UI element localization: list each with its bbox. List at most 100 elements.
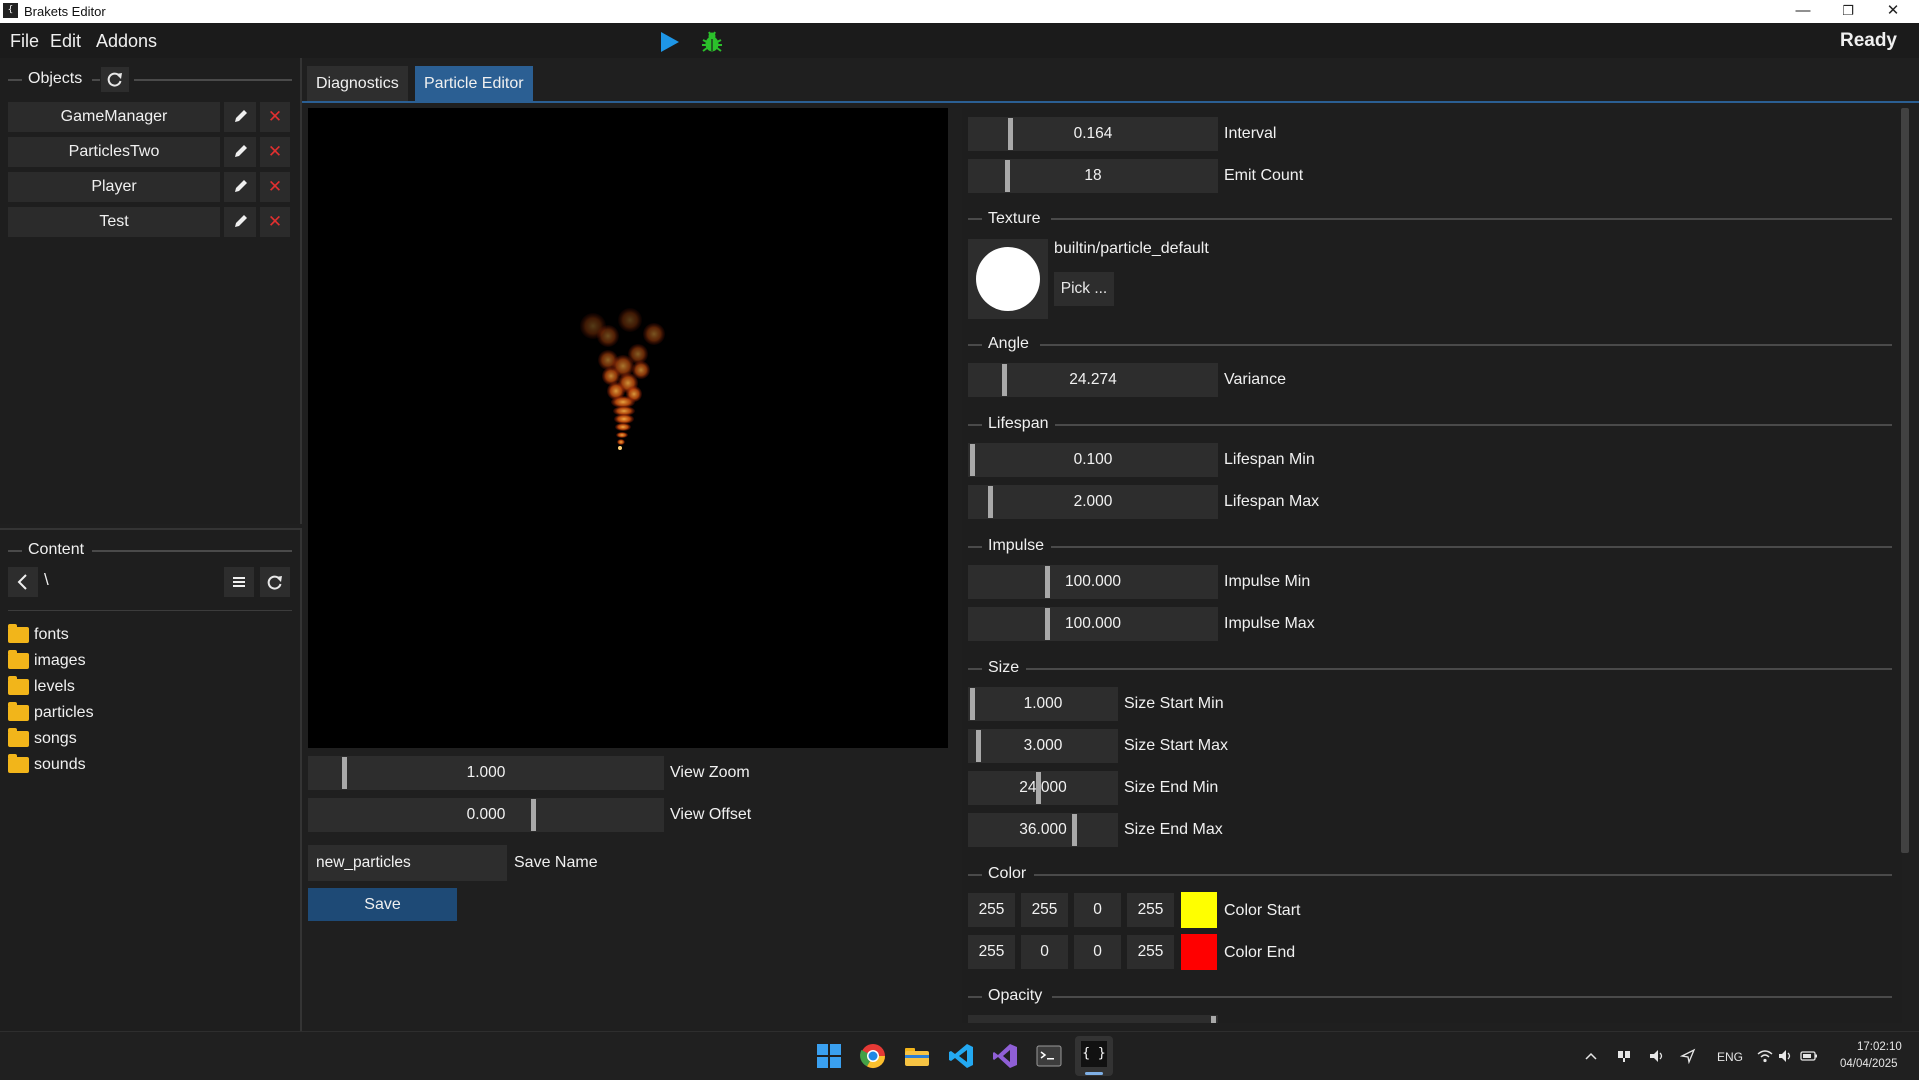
size-start-max-slider[interactable]: 3.000 [968, 729, 1118, 763]
lifespan-min-slider-knob[interactable] [970, 444, 975, 476]
edit-object-button[interactable] [224, 102, 256, 132]
color-section-title: Color [988, 865, 1027, 882]
tab-diagnostics[interactable]: Diagnostics [307, 66, 408, 101]
angle-variance-slider-knob[interactable] [1002, 364, 1007, 396]
menu-addons[interactable]: Addons [96, 31, 157, 52]
interval-slider-knob[interactable] [1008, 118, 1013, 150]
impulse-min-slider[interactable]: 100.000 [968, 565, 1218, 599]
language-indicator[interactable]: ENG [1717, 1050, 1743, 1064]
status-text: Ready [1839, 30, 1897, 51]
size-end-max-slider-knob[interactable] [1072, 814, 1077, 846]
interval-label: Interval [1224, 125, 1277, 142]
view-mode-button[interactable] [224, 567, 254, 597]
color-start-swatch[interactable] [1181, 892, 1217, 928]
particle-preview-canvas[interactable] [308, 108, 948, 748]
view-offset-slider[interactable]: 0.000 [308, 798, 664, 832]
clock-time[interactable]: 17:02:10 [1857, 1041, 1902, 1053]
color-start-r-input[interactable]: 255 [968, 893, 1015, 927]
save-name-input[interactable]: new_particles [308, 845, 507, 881]
color-end-g-input[interactable]: 0 [1021, 935, 1068, 969]
opacity-slider-knob[interactable] [1211, 1016, 1216, 1023]
lifespan-section-title: Lifespan [988, 415, 1049, 432]
wifi-icon[interactable] [1756, 1048, 1774, 1064]
folder-icon [8, 624, 29, 643]
object-name-button[interactable]: Player [8, 172, 220, 202]
impulse-max-slider-knob[interactable] [1045, 608, 1050, 640]
interval-slider[interactable]: 0.164 [968, 117, 1218, 151]
view-zoom-slider-knob[interactable] [342, 757, 347, 789]
clock-date[interactable]: 04/04/2025 [1840, 1058, 1898, 1070]
color-end-r-input[interactable]: 255 [968, 935, 1015, 969]
size-start-min-slider-knob[interactable] [970, 688, 975, 720]
color-start-a-input[interactable]: 255 [1127, 893, 1174, 927]
delete-object-button[interactable]: ✕ [260, 207, 290, 237]
color-start-b-input[interactable]: 0 [1074, 893, 1121, 927]
content-panel: Content \ fonts images levels particles … [0, 528, 302, 1033]
restore-button[interactable]: ❐ [1826, 0, 1870, 23]
content-refresh-button[interactable] [260, 567, 290, 597]
impulse-max-slider[interactable]: 100.000 [968, 607, 1218, 641]
color-end-b-input[interactable]: 0 [1074, 935, 1121, 969]
color-end-a-input[interactable]: 255 [1127, 935, 1174, 969]
chevron-up-icon[interactable] [1584, 1049, 1598, 1063]
content-path-input[interactable]: \ [44, 570, 214, 596]
pick-texture-button[interactable]: Pick ... [1054, 272, 1114, 306]
size-end-min-slider[interactable]: 24.000 [968, 771, 1118, 805]
volume-icon[interactable] [1778, 1048, 1794, 1064]
close-window-button[interactable]: ✕ [1871, 0, 1915, 23]
delete-object-button[interactable]: ✕ [260, 102, 290, 132]
opacity-slider[interactable] [968, 1015, 1218, 1023]
location-icon[interactable] [1680, 1048, 1696, 1064]
color-end-swatch[interactable] [1181, 934, 1217, 970]
windows-start-icon[interactable] [815, 1042, 843, 1070]
folder-icon [8, 754, 29, 773]
view-zoom-slider[interactable]: 1.000 [308, 756, 664, 790]
file-explorer-icon[interactable] [903, 1042, 931, 1070]
bug-icon[interactable] [700, 30, 724, 54]
lifespan-min-label: Lifespan Min [1224, 451, 1315, 468]
back-button[interactable] [8, 567, 38, 597]
window-titlebar: { } Brakets Editor — ❐ ✕ [0, 0, 1919, 30]
size-end-min-slider-knob[interactable] [1036, 772, 1041, 804]
size-start-max-slider-knob[interactable] [976, 730, 981, 762]
refresh-icon [267, 575, 282, 590]
visual-studio-icon[interactable] [991, 1042, 1019, 1070]
edit-object-button[interactable] [224, 137, 256, 167]
lifespan-max-slider-knob[interactable] [988, 486, 993, 518]
vscode-icon[interactable] [947, 1042, 975, 1070]
color-start-label: Color Start [1224, 902, 1301, 919]
size-end-max-slider[interactable]: 36.000 [968, 813, 1118, 847]
edit-object-button[interactable] [224, 207, 256, 237]
save-button[interactable]: Save [308, 888, 457, 921]
menu-file[interactable]: File [10, 31, 39, 52]
color-end-label: Color End [1224, 944, 1296, 961]
size-start-min-slider[interactable]: 1.000 [968, 687, 1118, 721]
view-offset-slider-knob[interactable] [531, 799, 536, 831]
tab-particle-editor[interactable]: Particle Editor [415, 66, 533, 101]
object-name-button[interactable]: GameManager [8, 102, 220, 132]
lifespan-max-slider[interactable]: 2.000 [968, 485, 1218, 519]
lifespan-min-slider[interactable]: 0.100 [968, 443, 1218, 477]
menu-edit[interactable]: Edit [50, 31, 81, 52]
minimize-button[interactable]: — [1781, 0, 1825, 23]
delete-object-button[interactable]: ✕ [260, 137, 290, 167]
texture-thumbnail [976, 247, 1040, 311]
properties-scrollbar[interactable] [1901, 108, 1909, 853]
emit-count-slider-knob[interactable] [1005, 160, 1010, 192]
objects-refresh-button[interactable] [101, 67, 129, 92]
object-name-button[interactable]: ParticlesTwo [8, 137, 220, 167]
edit-object-button[interactable] [224, 172, 256, 202]
delete-object-button[interactable]: ✕ [260, 172, 290, 202]
terminal-icon[interactable] [1035, 1042, 1063, 1070]
battery-icon[interactable] [1800, 1049, 1818, 1063]
network-status-icon[interactable] [1616, 1048, 1632, 1064]
impulse-min-slider-knob[interactable] [1045, 566, 1050, 598]
impulse-max-label: Impulse Max [1224, 615, 1315, 632]
brakets-editor-taskbar-button[interactable]: { } [1075, 1036, 1113, 1076]
chrome-icon[interactable] [859, 1042, 887, 1070]
object-name-button[interactable]: Test [8, 207, 220, 237]
speaker-icon[interactable] [1648, 1048, 1666, 1064]
color-start-g-input[interactable]: 255 [1021, 893, 1068, 927]
play-icon[interactable] [660, 31, 680, 53]
texture-preview[interactable] [968, 239, 1048, 319]
